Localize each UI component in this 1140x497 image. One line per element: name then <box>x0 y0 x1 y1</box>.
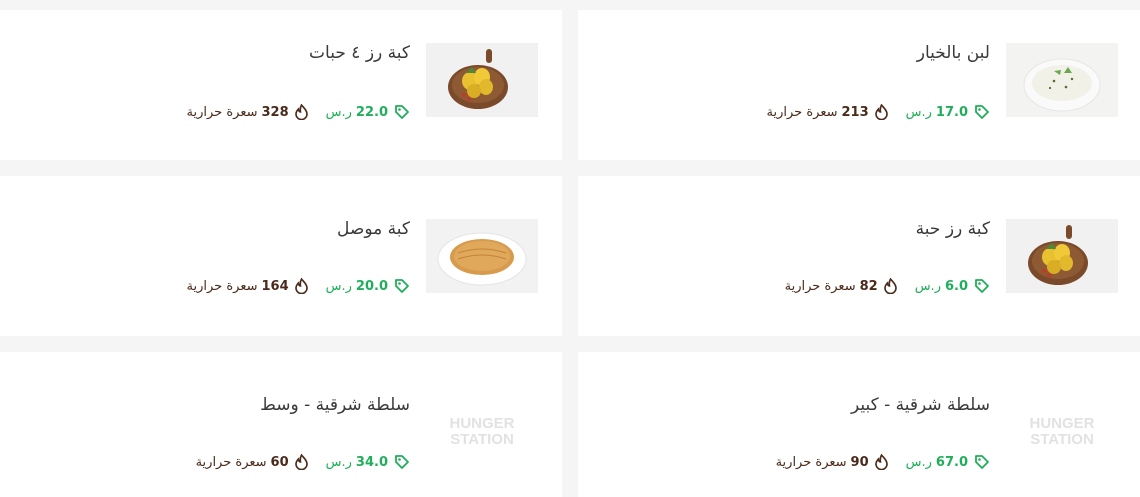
price-tag-icon <box>974 104 990 120</box>
price-tag-icon <box>394 454 410 470</box>
item-name: سلطة شرقية - كبير <box>850 395 990 415</box>
logo-text-line: HUNGER <box>449 415 515 432</box>
price-currency: ر.س <box>905 454 932 470</box>
calories: 90 سعرة حرارية <box>776 454 888 470</box>
menu-item-card[interactable]: كبة رز حبة 6.0 ر.س 82 سعرة حرارية <box>578 176 1140 336</box>
menu-item-card[interactable]: HUNGER STATION سلطة شرقية - وسط 34.0 ر.س… <box>0 352 562 497</box>
fire-icon <box>294 454 308 470</box>
menu-item-card[interactable]: كبة رز ٤ حبات 22.0 ر.س 328 سعرة حرارية <box>0 10 562 160</box>
logo-text-line: STATION <box>1030 431 1094 448</box>
hungerstation-logo: HUNGER STATION <box>1006 395 1118 469</box>
calories: 164 سعرة حرارية <box>187 278 308 294</box>
calories-value: 82 <box>859 278 878 294</box>
price-tag-icon <box>394 278 410 294</box>
calories-value: 213 <box>841 104 869 120</box>
price-tag-icon <box>974 454 990 470</box>
calories-value: 328 <box>261 104 289 120</box>
calories-unit: سعرة حرارية <box>784 278 856 294</box>
logo-text-line: HUNGER <box>1029 415 1095 432</box>
item-meta: 6.0 ر.س 82 سعرة حرارية <box>785 276 990 296</box>
item-name: كبة موصل <box>337 219 410 239</box>
price: 22.0 ر.س <box>326 104 410 120</box>
menu-item-card[interactable]: لبن بالخيار 17.0 ر.س 213 سعرة حرارية <box>578 10 1140 160</box>
fire-icon <box>874 104 888 120</box>
price-currency: ر.س <box>325 278 352 294</box>
calories-value: 60 <box>270 454 289 470</box>
item-name: كبة رز حبة <box>915 219 990 239</box>
price-value: 20.0 <box>355 278 388 294</box>
menu-item-card[interactable]: HUNGER STATION سلطة شرقية - كبير 67.0 ر.… <box>578 352 1140 497</box>
price: 34.0 ر.س <box>326 454 410 470</box>
item-meta: 34.0 ر.س 60 سعرة حرارية <box>196 452 410 472</box>
calories: 60 سعرة حرارية <box>196 454 308 470</box>
item-image[interactable]: HUNGER STATION <box>1006 395 1118 469</box>
menu-item-card[interactable]: كبة موصل 20.0 ر.س 164 سعرة حرارية <box>0 176 562 336</box>
item-meta: 22.0 ر.س 328 سعرة حرارية <box>187 102 410 122</box>
calories-unit: سعرة حرارية <box>195 454 267 470</box>
item-name: كبة رز ٤ حبات <box>309 43 410 63</box>
price-value: 22.0 <box>355 104 388 120</box>
item-image[interactable] <box>426 43 538 117</box>
calories-value: 164 <box>261 278 289 294</box>
calories: 328 سعرة حرارية <box>187 104 308 120</box>
logo-text-line: STATION <box>450 431 514 448</box>
price-value: 17.0 <box>935 104 968 120</box>
price: 67.0 ر.س <box>906 454 990 470</box>
fire-icon <box>294 104 308 120</box>
item-image[interactable] <box>1006 219 1118 293</box>
calories-value: 90 <box>850 454 869 470</box>
fire-icon <box>874 454 888 470</box>
price-currency: ر.س <box>325 104 352 120</box>
item-name: سلطة شرقية - وسط <box>260 395 410 415</box>
hungerstation-logo: HUNGER STATION <box>426 395 538 469</box>
fire-icon <box>294 278 308 294</box>
item-meta: 17.0 ر.س 213 سعرة حرارية <box>767 102 990 122</box>
price: 20.0 ر.س <box>326 278 410 294</box>
item-image[interactable] <box>1006 43 1118 117</box>
calories-unit: سعرة حرارية <box>186 104 258 120</box>
price-tag-icon <box>974 278 990 294</box>
calories: 82 سعرة حرارية <box>785 278 897 294</box>
item-name: لبن بالخيار <box>916 43 990 63</box>
price-currency: ر.س <box>914 278 941 294</box>
item-image[interactable] <box>426 219 538 293</box>
price-value: 67.0 <box>935 454 968 470</box>
price-currency: ر.س <box>325 454 352 470</box>
price-currency: ر.س <box>905 104 932 120</box>
price: 17.0 ر.س <box>906 104 990 120</box>
calories: 213 سعرة حرارية <box>767 104 888 120</box>
item-image[interactable]: HUNGER STATION <box>426 395 538 469</box>
price-tag-icon <box>394 104 410 120</box>
calories-unit: سعرة حرارية <box>186 278 258 294</box>
price-value: 6.0 <box>944 278 968 294</box>
price-value: 34.0 <box>355 454 388 470</box>
item-meta: 67.0 ر.س 90 سعرة حرارية <box>776 452 990 472</box>
fire-icon <box>883 278 897 294</box>
price: 6.0 ر.س <box>915 278 990 294</box>
calories-unit: سعرة حرارية <box>766 104 838 120</box>
item-meta: 20.0 ر.س 164 سعرة حرارية <box>187 276 410 296</box>
calories-unit: سعرة حرارية <box>775 454 847 470</box>
